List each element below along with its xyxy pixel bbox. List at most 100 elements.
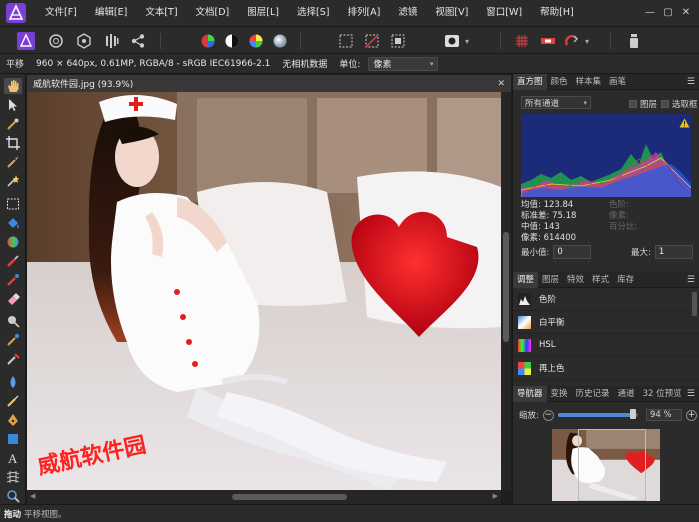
maximize-button[interactable]: ▢ (661, 6, 675, 20)
scroll-right-icon[interactable]: ▶ (493, 492, 498, 500)
max-input[interactable]: 1 (654, 245, 693, 259)
tab-effects[interactable]: 特效 (563, 272, 588, 288)
minimize-button[interactable]: — (643, 6, 657, 20)
vector-pen-tool-icon[interactable] (4, 412, 22, 428)
panel-menu-icon[interactable]: ☰ (687, 389, 695, 399)
navigator-view-rect[interactable] (578, 429, 646, 501)
selection-brush-tool-icon[interactable] (4, 154, 22, 170)
deselect-icon[interactable] (362, 31, 382, 51)
tab-adjustments[interactable]: 调整 (513, 271, 539, 288)
selection-checkbox-row[interactable]: 选取框 (661, 98, 698, 110)
snapping-magnet-icon[interactable] (562, 31, 582, 51)
menu-document[interactable]: 文档[D] (187, 0, 239, 26)
zoom-in-icon[interactable]: + (686, 409, 697, 421)
menu-filters[interactable]: 滤镜 (389, 0, 426, 26)
zoom-slider[interactable] (557, 409, 638, 419)
export-persona-icon[interactable] (128, 31, 148, 51)
horizontal-scroll-thumb[interactable] (232, 494, 347, 500)
menu-file[interactable]: 文件[F] (36, 0, 86, 26)
snapping-toggle-icon[interactable] (538, 31, 558, 51)
adjustments-scrollbar[interactable] (692, 292, 697, 316)
liquify-persona-icon[interactable] (46, 31, 66, 51)
rectangle-tool-icon[interactable] (4, 431, 22, 447)
menu-layer[interactable]: 图层[L] (238, 0, 288, 26)
channel-select[interactable]: 所有通道 ▾ (521, 96, 591, 109)
crop-tool-icon[interactable] (4, 135, 22, 151)
tone-mapping-persona-icon[interactable] (102, 31, 122, 51)
invert-selection-icon[interactable] (388, 31, 408, 51)
paint-brush-tool-icon[interactable] (4, 253, 22, 269)
close-window-button[interactable]: ✕ (679, 6, 693, 20)
document-tab[interactable]: 威航软件园.jpg (93.9%) ✕ (27, 75, 511, 92)
marquee-selection-icon[interactable] (336, 31, 356, 51)
zoom-input[interactable]: 94 % (646, 409, 682, 421)
menu-arrange[interactable]: 排列[A] (338, 0, 389, 26)
selection-checkbox[interactable] (661, 100, 669, 108)
assistant-icon[interactable] (624, 31, 644, 51)
menu-select[interactable]: 选择[S] (288, 0, 338, 26)
blur-brush-tool-icon[interactable] (4, 374, 22, 390)
zoom-slider-knob[interactable] (630, 409, 637, 419)
unit-select[interactable]: 像素 ▾ (368, 56, 439, 71)
close-document-icon[interactable]: ✕ (497, 79, 505, 89)
flood-select-tool-icon[interactable] (4, 173, 22, 189)
quick-mask-dropdown-icon[interactable]: ▾ (462, 31, 472, 51)
erase-brush-tool-icon[interactable] (4, 291, 22, 307)
photo-persona-icon[interactable] (16, 31, 36, 51)
clone-brush-tool-icon[interactable] (4, 332, 22, 348)
tab-layers[interactable]: 图层 (538, 272, 563, 288)
tab-navigator[interactable]: 导航器 (513, 385, 547, 402)
menu-text[interactable]: 文本[T] (136, 0, 186, 26)
adjustment-levels[interactable]: 色阶 (513, 288, 699, 311)
hand-tool-icon[interactable] (4, 78, 22, 94)
tab-transform[interactable]: 变换 (547, 386, 572, 402)
color-picker-tool-icon[interactable] (4, 116, 22, 132)
document-canvas[interactable]: 威航软件园 (27, 92, 501, 490)
adjustment-white-balance[interactable]: 白平衡 (513, 311, 699, 334)
panel-menu-icon[interactable]: ☰ (687, 275, 695, 285)
move-tool-icon[interactable] (4, 97, 22, 113)
panel-menu-icon[interactable]: ☰ (687, 77, 695, 87)
tab-channels[interactable]: 通道 (614, 386, 639, 402)
auto-contrast-icon[interactable] (222, 31, 242, 51)
tab-32bit-preview[interactable]: 32 位预览 (639, 386, 686, 402)
marquee-tool-icon[interactable] (4, 196, 22, 212)
layer-checkbox[interactable] (629, 100, 637, 108)
menu-edit[interactable]: 编辑[E] (86, 0, 136, 26)
menu-help[interactable]: 帮助[H] (531, 0, 583, 26)
adjustment-hsl[interactable]: HSL (513, 334, 699, 357)
horizontal-scrollbar[interactable]: ◀ ▶ (27, 490, 501, 504)
menu-window[interactable]: 窗口[W] (477, 0, 531, 26)
healing-brush-tool-icon[interactable] (4, 351, 22, 367)
auto-white-balance-icon[interactable] (270, 31, 290, 51)
tab-brushes[interactable]: 画笔 (605, 74, 630, 90)
text-tool-icon[interactable]: A (4, 450, 22, 466)
auto-colors-icon[interactable] (246, 31, 266, 51)
quick-mask-icon[interactable] (442, 31, 462, 51)
layer-checkbox-row[interactable]: 图层 (629, 98, 657, 110)
mesh-warp-tool-icon[interactable] (4, 469, 22, 485)
min-input[interactable]: 0 (553, 245, 592, 259)
snapping-grid-icon[interactable] (512, 31, 532, 51)
tab-stock[interactable]: 库存 (613, 272, 638, 288)
adjustment-recolor[interactable]: 再上色 (513, 357, 699, 380)
tab-histogram[interactable]: 直方图 (513, 73, 547, 90)
tab-history[interactable]: 历史记录 (572, 386, 614, 402)
tab-swatches[interactable]: 样本集 (572, 74, 606, 90)
auto-levels-icon[interactable] (198, 31, 218, 51)
gradient-tool-icon[interactable] (4, 234, 22, 250)
color-replacement-tool-icon[interactable] (4, 272, 22, 288)
develop-persona-icon[interactable] (74, 31, 94, 51)
pen-tool-icon[interactable] (4, 393, 22, 409)
vertical-scroll-thumb[interactable] (503, 232, 509, 342)
tab-styles[interactable]: 样式 (588, 272, 613, 288)
zoom-tool-icon[interactable] (4, 488, 22, 504)
flood-fill-tool-icon[interactable] (4, 215, 22, 231)
tab-color[interactable]: 颜色 (547, 74, 572, 90)
snapping-dropdown-icon[interactable]: ▾ (582, 31, 592, 51)
zoom-out-icon[interactable]: − (542, 409, 554, 421)
dodge-tool-icon[interactable] (4, 313, 22, 329)
scroll-left-icon[interactable]: ◀ (30, 492, 35, 500)
menu-view[interactable]: 视图[V] (426, 0, 477, 26)
vertical-scrollbar[interactable] (501, 92, 511, 490)
